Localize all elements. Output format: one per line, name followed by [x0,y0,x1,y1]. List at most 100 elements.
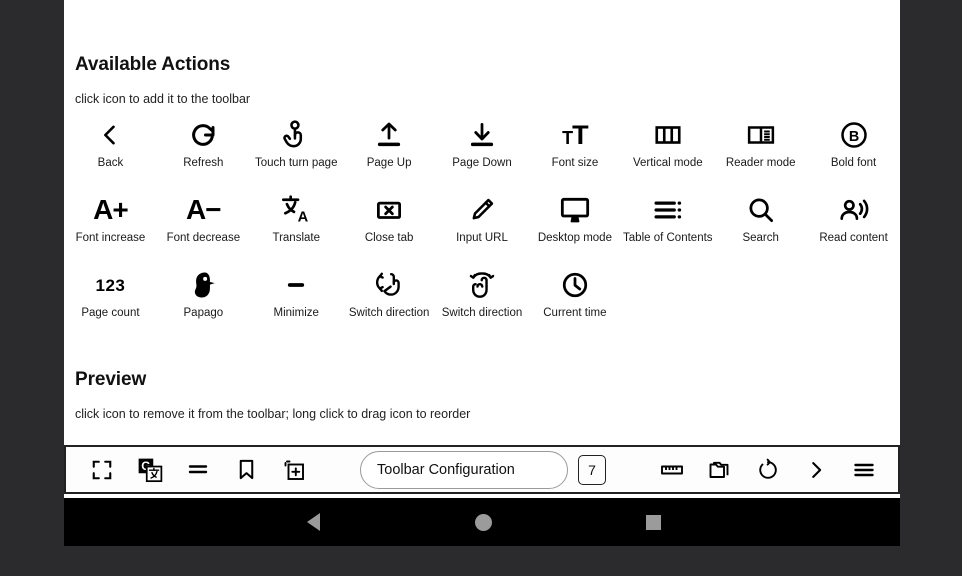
available-actions-subtitle: click icon to add it to the toolbar [75,92,251,106]
folder-icon[interactable] [696,447,744,492]
translate-icon: A [250,188,343,232]
action-item-label: Page Down [452,157,512,169]
back-icon [64,113,157,157]
action-item-label: Translate [272,232,320,244]
action-item-page-count[interactable]: 123 Page count [64,263,157,338]
action-item-bold-font[interactable]: B Bold font [807,113,900,188]
action-item-desktop-mode[interactable]: Desktop mode [528,188,621,263]
preview-title: Preview [75,369,147,390]
page-count-box[interactable]: 7 [578,454,606,485]
current-time-icon [528,263,621,307]
action-item-table-of-contents[interactable]: Table of Contents [621,188,714,263]
action-item-label: Bold font [830,157,877,169]
google-translate-icon[interactable]: G [126,447,174,492]
action-item-input-url[interactable]: Input URL [436,188,529,263]
reader-mode-icon [714,113,807,157]
action-item-label: Font increase [75,232,146,244]
page-count-value: 7 [588,461,596,478]
read-content-icon [807,188,900,232]
action-item-papago[interactable]: Papago [157,263,250,338]
action-item-reader-mode[interactable]: Reader mode [714,113,807,188]
action-item-label: Search [742,232,779,244]
action-item-read-content[interactable]: Read content [807,188,900,263]
preview-subtitle: click icon to remove it from the toolbar… [75,407,471,421]
action-item-refresh[interactable]: Refresh [157,113,250,188]
action-row: 123 Page count Papago Minimize Switch direct… [64,263,900,338]
action-item-label: Font size [551,157,599,169]
page-up-icon [343,113,436,157]
toolbar-right-icons [648,447,898,492]
add-tab-icon[interactable] [270,447,318,492]
action-item-touch-turn-page[interactable]: Touch turn page [250,113,343,188]
action-item-label: Switch direction [348,307,430,319]
action-item-switch-direction[interactable]: Switch direction [436,263,529,338]
action-item-label: Vertical mode [632,157,703,169]
app-canvas: Available Actions click icon to add it t… [64,0,900,498]
action-item-label: Touch turn page [254,157,338,169]
nav-recents-button[interactable] [623,498,683,546]
screen: Available Actions click icon to add it t… [0,0,962,576]
action-item-label: Table of Contents [623,232,713,244]
action-item-label: Back [97,157,124,169]
android-navigation-bar [64,498,900,546]
action-item-vertical-mode[interactable]: Vertical mode [621,113,714,188]
action-item-back[interactable]: Back [64,113,157,188]
available-actions-grid: Back Refresh Touch turn page Page Up Page Do… [64,113,900,338]
chevron-right-icon[interactable] [792,447,840,492]
ruler-icon[interactable] [648,447,696,492]
action-item-page-up[interactable]: Page Up [343,113,436,188]
vertical-mode-icon [621,113,714,157]
page-count-icon: 123 [95,275,126,295]
preview-toolbar: G Toolbar Configuration 7 [64,445,900,494]
action-item-translate[interactable]: A Translate [250,188,343,263]
action-item-font-size[interactable]: TT Font size [528,113,621,188]
action-item-switch-direction[interactable]: Switch direction [343,263,436,338]
papago-icon [157,263,250,307]
desktop-mode-icon [528,188,621,232]
action-item-close-tab[interactable]: Close tab [343,188,436,263]
back-triangle-icon [306,513,320,531]
action-item-label: Switch direction [441,307,523,319]
action-row: A+ Font increase A− Font decrease A Translate… [64,188,900,263]
action-item-label: Close tab [364,232,414,244]
bold-font-icon: B [807,113,900,157]
refresh-icon [157,113,250,157]
bookmark-icon[interactable] [222,447,270,492]
action-item-font-increase[interactable]: A+ Font increase [64,188,157,263]
action-item-label: Page count [81,307,140,319]
action-item-label: Page Up [366,157,412,169]
font-decrease-icon: A− [186,194,222,225]
close-tab-icon [343,188,436,232]
action-item-minimize[interactable]: Minimize [250,263,343,338]
fullscreen-icon[interactable] [78,447,126,492]
action-item-label: Minimize [273,307,319,319]
action-item-page-down[interactable]: Page Down [436,113,529,188]
page-down-icon [436,113,529,157]
font-increase-icon: A+ [93,194,129,225]
switch-direction-vertical-icon [436,263,529,307]
touch-turn-page-icon [250,113,343,157]
toolbar-center: Toolbar Configuration 7 [318,450,648,489]
available-actions-title: Available Actions [75,54,231,75]
menu-lines-icon[interactable] [174,447,222,492]
action-item-label: Papago [183,307,224,319]
font-size-icon: TT [562,119,588,150]
svg-text:A: A [298,209,309,225]
action-item-font-decrease[interactable]: A− Font decrease [157,188,250,263]
home-circle-icon [474,513,492,531]
url-field[interactable]: Toolbar Configuration [360,450,568,489]
nav-home-button[interactable] [453,498,513,546]
action-item-label: Refresh [183,157,224,169]
action-item-search[interactable]: Search [714,188,807,263]
switch-direction-horizontal-icon [343,263,436,307]
table-of-contents-icon [621,188,714,232]
rotate-icon[interactable] [744,447,792,492]
action-item-label: Current time [543,307,607,319]
action-item-current-time[interactable]: Current time [528,263,621,338]
action-item-label: Font decrease [166,232,241,244]
hamburger-menu-icon[interactable] [840,447,888,492]
action-item-label: Reader mode [725,157,796,169]
svg-text:B: B [848,129,858,145]
minimize-icon [250,263,343,307]
nav-back-button[interactable] [283,498,343,546]
